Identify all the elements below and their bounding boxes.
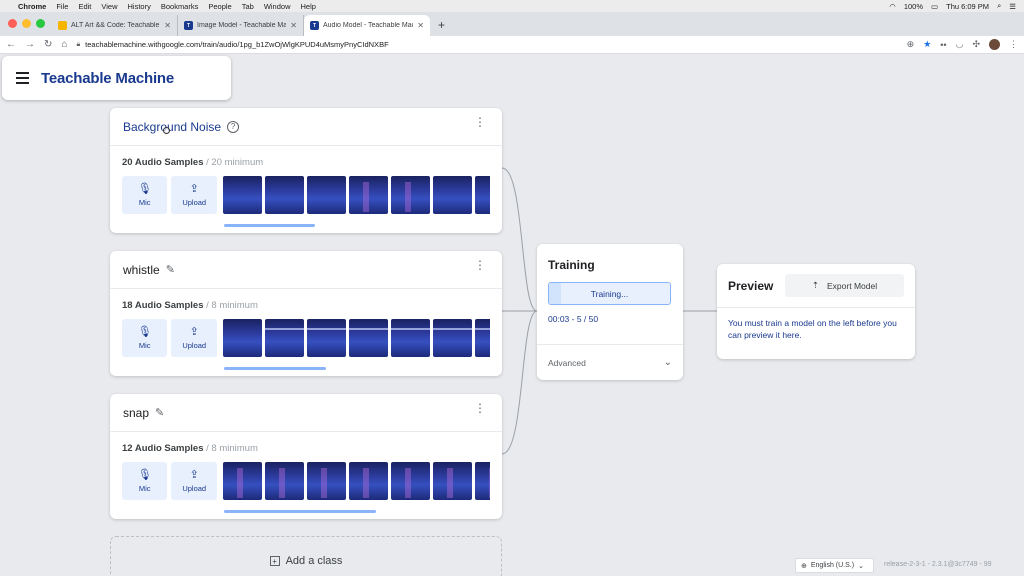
class-name[interactable]: snap xyxy=(123,406,149,420)
upload-label: Upload xyxy=(182,197,207,207)
mic-label: Mic xyxy=(138,197,151,207)
class-card-body: 18 Audio Samples / 8 minimum 🎙︎ Mic ⇪ Uplo… xyxy=(110,289,502,376)
class-card-body: 20 Audio Samples / 20 minimum 🎙︎ Mic ⇪ Upl… xyxy=(110,146,502,233)
upload-button[interactable]: ⇪ Upload xyxy=(171,462,217,500)
spectrogram-thumbnail[interactable] xyxy=(390,462,430,500)
mic-label: Mic xyxy=(138,340,151,350)
training-panel: Training Training... 00:03 - 5 / 50 Adva… xyxy=(537,244,683,380)
advanced-label: Advanced xyxy=(548,357,586,368)
edit-pencil-icon[interactable]: ✎ xyxy=(155,406,164,419)
spectrogram-thumbnail[interactable] xyxy=(432,176,472,214)
spectrogram-thumbnail[interactable] xyxy=(264,319,304,357)
language-label: English (U.S.) xyxy=(810,562,855,569)
app-header: Teachable Machine xyxy=(2,56,231,100)
class-card-whistle: whistle ✎ ⋮ 18 Audio Samples / 8 minimum… xyxy=(110,251,502,376)
train-button-label: Training... xyxy=(590,288,629,299)
mic-button[interactable]: 🎙︎ Mic xyxy=(122,176,168,214)
language-select[interactable]: ⊕ English (U.S.) ⌄ xyxy=(795,558,874,573)
upload-icon: ⇪ xyxy=(189,468,199,481)
training-status: 00:03 - 5 / 50 xyxy=(548,314,599,324)
training-title: Training xyxy=(548,258,595,272)
preview-panel: Preview ⇡ Export Model You must train a … xyxy=(717,264,915,359)
spectrogram-thumbnail[interactable] xyxy=(348,176,388,214)
class-name[interactable]: Background Noise xyxy=(123,120,221,134)
spectrogram-thumbnail[interactable] xyxy=(474,176,490,214)
add-icon: + xyxy=(269,556,280,566)
spectrogram-thumbnail[interactable] xyxy=(390,319,430,357)
upload-icon: ⇪ xyxy=(189,325,199,338)
class-card-background-noise: Background Noise ? ⋮ 20 Audio Samples / … xyxy=(110,108,502,233)
class-name[interactable]: whistle xyxy=(123,263,160,277)
help-icon[interactable]: ? xyxy=(227,120,240,133)
spectrogram-thumbnail[interactable] xyxy=(222,176,262,214)
upload-icon: ⇪ xyxy=(189,182,199,195)
thumbnail-scrollbar[interactable] xyxy=(224,510,376,513)
upload-label: Upload xyxy=(182,340,207,350)
add-class-label: Add a class xyxy=(285,555,343,567)
hamburger-menu-icon[interactable] xyxy=(16,72,29,84)
sample-count: 12 Audio Samples / 8 minimum xyxy=(122,443,258,454)
spectrogram-thumbnail[interactable] xyxy=(432,462,472,500)
upload-button[interactable]: ⇪ Upload xyxy=(171,176,217,214)
class-card-header: whistle ✎ ⋮ xyxy=(110,251,502,289)
preview-header: Preview ⇡ Export Model xyxy=(717,264,915,308)
mic-icon: 🎙︎ xyxy=(137,325,152,338)
sample-count: 20 Audio Samples / 20 minimum xyxy=(122,157,264,168)
thumbnail-scrollbar[interactable] xyxy=(224,224,316,227)
spectrogram-thumbnail[interactable] xyxy=(432,319,472,357)
class-card-body: 12 Audio Samples / 8 minimum 🎙︎ Mic ⇪ Uplo… xyxy=(110,432,502,519)
preview-message: You must train a model on the left befor… xyxy=(728,318,897,340)
mouse-cursor xyxy=(163,127,170,134)
spectrogram-thumbnail[interactable] xyxy=(348,462,388,500)
spectrogram-thumbnail[interactable] xyxy=(474,462,490,500)
sample-thumbnails xyxy=(222,462,490,500)
thumbnail-scrollbar[interactable] xyxy=(224,367,327,370)
mic-button[interactable]: 🎙︎ Mic xyxy=(122,462,168,500)
preview-title: Preview xyxy=(728,278,774,293)
sample-count: 18 Audio Samples / 8 minimum xyxy=(122,300,258,311)
edit-pencil-icon[interactable]: ✎ xyxy=(166,263,175,276)
export-label: Export Model xyxy=(827,280,878,291)
spectrogram-thumbnail[interactable] xyxy=(306,176,346,214)
spectrogram-thumbnail[interactable] xyxy=(306,319,346,357)
upload-button[interactable]: ⇪ Upload xyxy=(171,319,217,357)
release-version: release-2-3-1 - 2.3.1@3c7749 - 99 xyxy=(884,561,992,568)
class-card-header: snap ✎ ⋮ xyxy=(110,394,502,432)
mic-icon: 🎙︎ xyxy=(137,468,152,481)
spectrogram-thumbnail[interactable] xyxy=(474,319,490,357)
export-icon: ⇡ xyxy=(811,280,820,290)
mic-icon: 🎙︎ xyxy=(137,182,152,195)
spectrogram-thumbnail[interactable] xyxy=(348,319,388,357)
export-model-button[interactable]: ⇡ Export Model xyxy=(785,274,904,297)
spectrogram-thumbnail[interactable] xyxy=(390,176,430,214)
spectrogram-thumbnail[interactable] xyxy=(306,462,346,500)
sample-thumbnails xyxy=(222,176,490,214)
chevron-down-icon: ⌄ xyxy=(858,562,864,570)
spectrogram-thumbnail[interactable] xyxy=(222,462,262,500)
sample-thumbnails xyxy=(222,319,490,357)
brand-title[interactable]: Teachable Machine xyxy=(41,70,174,87)
more-options-icon[interactable]: ⋮ xyxy=(474,402,486,414)
mic-label: Mic xyxy=(138,483,151,493)
upload-label: Upload xyxy=(182,483,207,493)
spectrogram-thumbnail[interactable] xyxy=(222,319,262,357)
mic-button[interactable]: 🎙︎ Mic xyxy=(122,319,168,357)
more-options-icon[interactable]: ⋮ xyxy=(474,116,486,128)
spectrogram-thumbnail[interactable] xyxy=(264,462,304,500)
train-model-button[interactable]: Training... xyxy=(548,282,671,305)
spectrogram-thumbnail[interactable] xyxy=(264,176,304,214)
chevron-down-icon: ⌄ xyxy=(663,357,672,368)
advanced-toggle[interactable]: Advanced ⌄ xyxy=(537,344,683,380)
training-progress-fill xyxy=(549,283,562,304)
globe-icon: ⊕ xyxy=(801,562,807,570)
class-card-snap: snap ✎ ⋮ 12 Audio Samples / 8 minimum 🎙︎… xyxy=(110,394,502,519)
add-class-button[interactable]: + Add a class xyxy=(110,536,502,576)
more-options-icon[interactable]: ⋮ xyxy=(474,259,486,271)
